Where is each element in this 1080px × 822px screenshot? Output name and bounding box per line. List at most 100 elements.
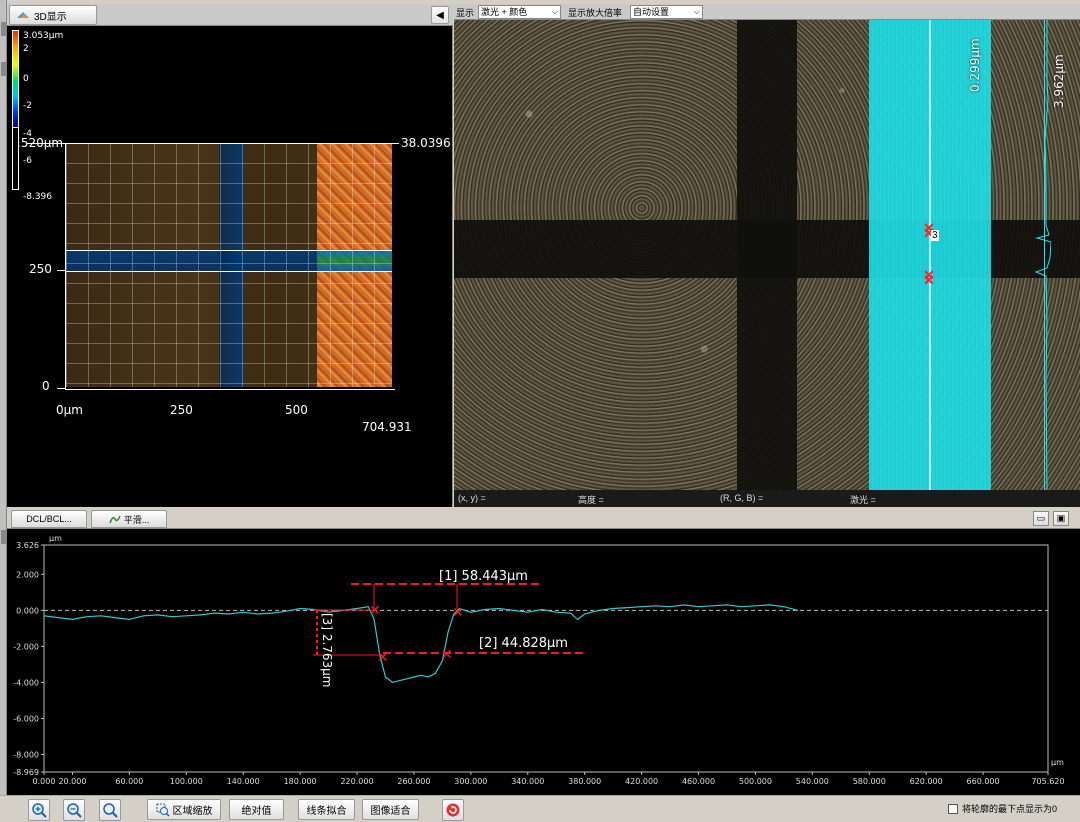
measurement-2-label: [2] 44.828µm	[479, 636, 568, 651]
scale-min-label: -8.396	[23, 192, 53, 202]
height-color-scale	[12, 30, 19, 128]
magnification-select[interactable]: 自动设置 ⌵	[630, 5, 703, 19]
plot-frame	[43, 544, 1049, 773]
x-tick-label: 140.000	[227, 777, 260, 786]
y-tick-label: -4.000	[13, 678, 39, 687]
x-tick-label: 0.000	[33, 777, 56, 786]
minimize-button[interactable]: ▭	[1033, 511, 1049, 526]
laser-image-panel: 显示 激光 + 颜色 ⌵ 显示放大倍率 自动设置 ⌵ 0.299µm 3.962…	[454, 4, 1080, 507]
top-axis-line	[27, 143, 399, 144]
image-status-bar: (x, y) = 高度 = (R, G, B) = 激光 =	[454, 490, 1080, 507]
profile-tabs-bar: DCL/BCL... 平滑... ▭ ▣	[7, 508, 1080, 529]
marker-x-icon[interactable]: ✕	[452, 605, 464, 621]
y-tick-label: -8.000	[13, 751, 39, 760]
y-tick-label: -2.000	[13, 642, 39, 651]
tab-smoothing[interactable]: 平滑...	[91, 510, 167, 528]
y-unit-label: µm	[49, 534, 62, 543]
y-tick	[57, 270, 65, 271]
zoom-in-button[interactable]	[28, 799, 50, 821]
line-fit-button[interactable]: 线条拟合	[298, 799, 355, 820]
display-mode-value: 激光 + 颜色	[481, 7, 528, 17]
scale-max-label: 3.053µm	[23, 31, 64, 41]
status-xy: (x, y) =	[458, 493, 486, 503]
status-height: 高度 =	[578, 495, 604, 505]
x-unit-label: µm	[1051, 758, 1064, 767]
absolute-value-button[interactable]: 绝对值	[229, 799, 284, 820]
3d-display-tab-label: 3D显示	[34, 11, 67, 23]
measurement-3-label: [3] 2.763µm	[320, 613, 334, 688]
display-label: 显示	[456, 8, 475, 18]
x-tick-label: 340.000	[511, 777, 544, 786]
profile-right-label: 3.962µm	[1052, 54, 1066, 108]
zoom-region-label: 区域缩放	[172, 806, 213, 817]
surface-height-map[interactable]	[66, 143, 392, 387]
x-tick-label: 260.000	[397, 777, 430, 786]
tab-smoothing-label: 平滑...	[123, 514, 150, 525]
x-tick-label: 420.000	[625, 777, 658, 786]
zoom-reset-button[interactable]	[99, 799, 121, 821]
x-tick-label: 20.000	[58, 777, 86, 786]
marker-x-icon[interactable]: ✕	[369, 603, 381, 619]
x-tick-label: 580.000	[853, 777, 886, 786]
refresh-button[interactable]	[442, 799, 464, 821]
y-0-label: 0	[42, 379, 50, 393]
x-tick-label: 100.000	[170, 777, 203, 786]
edge-marker	[1, 530, 6, 544]
zoom-out-button[interactable]	[63, 799, 85, 821]
marker-x-icon[interactable]: ✕	[441, 647, 453, 663]
x-tick-label: 300.000	[454, 777, 487, 786]
status-laser: 激光 =	[850, 495, 876, 505]
y-tick-group: 3.626 2.000 0.000 -2.000 -4.000 -6.000 -8.000 -…	[13, 541, 44, 777]
x-tick-label: 705.620	[1031, 777, 1064, 786]
profile-panel: DCL/BCL... 平滑... ▭ ▣ 3.626 2.000 0.000 -2.0…	[7, 508, 1080, 795]
x-tick-label: 620.000	[910, 777, 943, 786]
profile-chart[interactable]: 3.626 2.000 0.000 -2.000 -4.000 -6.000 -8.000 -…	[7, 529, 1080, 795]
3d-display-tab[interactable]: 3D显示	[9, 5, 97, 25]
3d-panel-header: 3D显示 ◀	[7, 4, 453, 26]
zoom-region-button[interactable]: 区域缩放	[147, 799, 221, 820]
x-axis-line	[65, 389, 395, 390]
profile-scan-line[interactable]	[929, 20, 931, 490]
y-top-right-label: 38.0396	[401, 136, 451, 150]
smoothing-icon	[109, 515, 121, 524]
display-mode-select[interactable]: 激光 + 颜色 ⌵	[478, 5, 561, 19]
chevron-down-icon: ⌵	[551, 7, 558, 16]
collapse-panel-button[interactable]: ◀	[431, 6, 449, 24]
y-tick-label: 2.000	[16, 570, 39, 579]
left-edge-strip	[0, 0, 7, 822]
x-tick-label: 540.000	[796, 777, 829, 786]
show-lowest-zero-checkbox[interactable]	[948, 804, 958, 814]
magnification-label: 显示放大倍率	[568, 8, 623, 18]
y-tick-label: -6.000	[13, 714, 39, 723]
image-fit-button[interactable]: 图像适合	[362, 799, 419, 820]
x-500-label: 500	[285, 403, 308, 417]
image-toolbar: 显示 激光 + 颜色 ⌵ 显示放大倍率 自动设置 ⌵	[454, 4, 1080, 20]
magnifier-icon	[103, 803, 118, 818]
x-max-label: 704.931	[362, 420, 412, 434]
x-tick-label: 500.000	[739, 777, 772, 786]
image-fit-label: 图像适合	[370, 806, 411, 817]
restore-button[interactable]: ▣	[1053, 511, 1069, 526]
y-250-label: 250	[29, 262, 52, 276]
tab-dcl-bcl[interactable]: DCL/BCL...	[11, 510, 87, 528]
marker-x-icon[interactable]: ✕	[923, 273, 935, 287]
marker-x-icon[interactable]: ✕	[377, 650, 389, 666]
region-zoom-icon	[156, 803, 170, 817]
profile-line-horizontal	[66, 271, 392, 272]
tab-dcl-bcl-label: DCL/BCL...	[26, 514, 72, 524]
x-tick-label: 380.000	[568, 777, 601, 786]
zoom-out-icon	[67, 803, 82, 818]
microscope-image[interactable]: 0.299µm 3.962µm ✕ ✕ ✕ ✕ 3	[454, 20, 1080, 490]
refresh-icon	[446, 803, 460, 817]
y-tick-label: 0.000	[16, 606, 39, 615]
show-lowest-zero-label: 将轮廓的最下点显示为0	[962, 804, 1058, 814]
3d-display-panel: 3D显示 ◀ 3.053µm 2 0 -2 -4 -6 -8.396 .520µ…	[7, 4, 453, 507]
3d-view-icon	[17, 12, 29, 18]
status-rgb: (R, G, B) =	[720, 493, 764, 503]
scale-tick-label: 2	[23, 44, 29, 54]
x-tick-label: 60.000	[115, 777, 143, 786]
x-250-label: 250	[170, 403, 193, 417]
absolute-value-label: 绝对值	[241, 806, 272, 817]
zoom-in-icon	[32, 803, 47, 818]
x-0-label: 0µm	[56, 403, 83, 417]
